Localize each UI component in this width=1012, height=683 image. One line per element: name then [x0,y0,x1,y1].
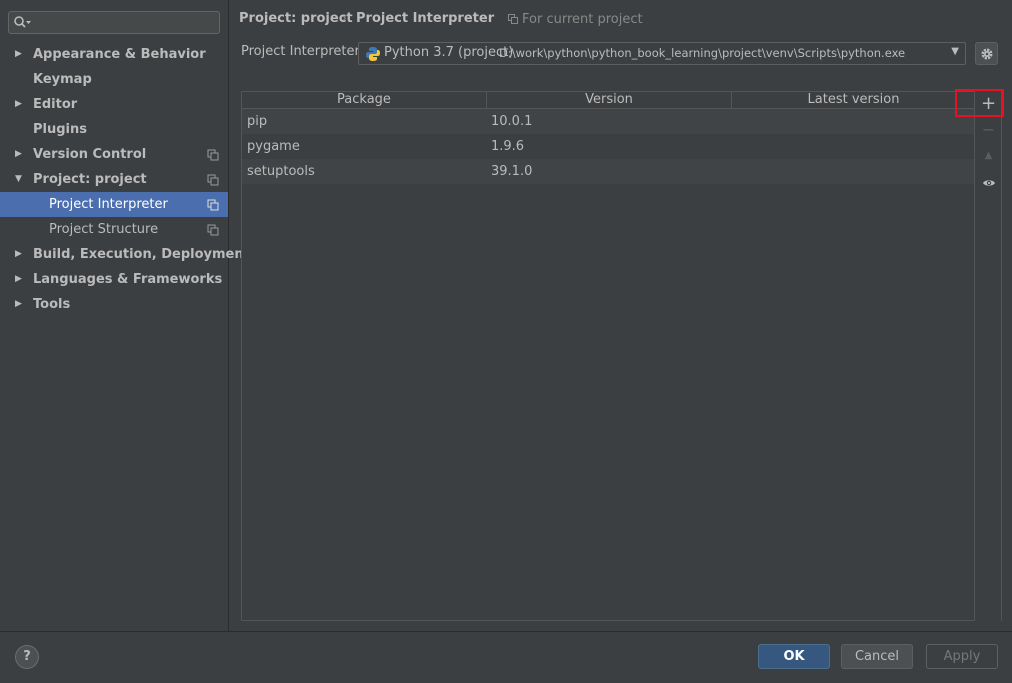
project-scope-icon [207,149,219,161]
sidebar-item-label: Plugins [33,122,87,137]
project-scope-icon [207,199,219,211]
package-toolbar: + − ▲ [974,91,1001,621]
dialog-footer: ? OK Cancel Apply [0,631,1012,683]
sidebar-item-project-structure[interactable]: Project Structure [0,217,228,242]
sidebar-item-label: Tools [33,297,71,312]
column-header-package[interactable]: Package [242,92,487,109]
sidebar-item-build-execution-deployment[interactable]: ▶ Build, Execution, Deployment [0,242,250,267]
package-version: 39.1.0 [491,164,533,179]
package-version: 1.9.6 [491,139,525,154]
help-button[interactable]: ? [15,645,39,669]
search-icon [14,16,31,28]
upgrade-package-button[interactable]: ▲ [976,144,1001,168]
interpreter-select[interactable]: Python 3.7 (project) D:\work\python\pyth… [358,42,966,65]
table-header: Package Version Latest version [242,92,975,109]
settings-search-input[interactable] [8,11,220,34]
sidebar-item-editor[interactable]: ▶ Editor [0,92,228,117]
eye-icon [982,180,995,186]
remove-package-button[interactable]: − [976,118,1001,142]
sidebar-item-label: Project Interpreter [49,197,168,212]
table-body: pip 10.0.1 pygame 1.9.6 setuptools 39.1.… [242,109,975,184]
breadcrumb-parent: Project: project [239,11,353,26]
sidebar-item-label: Build, Execution, Deployment [33,247,250,262]
sidebar-item-appearance-behavior[interactable]: ▶ Appearance & Behavior [0,42,228,67]
chevron-down-icon[interactable]: ▼ [951,46,959,57]
interpreter-path: D:\work\python\python_book_learning\proj… [499,46,906,60]
expand-arrow-icon[interactable]: ▶ [15,92,22,117]
apply-button[interactable]: Apply [926,644,998,669]
scope-note: For current project [522,12,643,27]
table-row[interactable]: pip 10.0.1 [242,109,975,134]
interpreter-settings-button[interactable] [975,42,998,65]
sidebar-item-project-interpreter[interactable]: Project Interpreter [0,192,228,217]
collapse-arrow-icon[interactable]: ▼ [15,167,22,192]
settings-sidebar: ▶ Appearance & Behavior Keymap ▶ Editor … [0,0,250,631]
project-scope-icon [207,224,219,236]
sidebar-item-project[interactable]: ▼ Project: project [0,167,228,192]
expand-arrow-icon[interactable]: ▶ [15,42,22,67]
sidebar-item-label: Version Control [33,147,147,162]
package-name: pip [247,114,268,129]
page-title: Project Interpreter [356,11,495,26]
expand-arrow-icon[interactable]: ▶ [15,292,22,317]
cancel-button[interactable]: Cancel [841,644,913,669]
column-header-version[interactable]: Version [487,92,732,109]
expand-arrow-icon[interactable]: ▶ [15,142,22,167]
interpreter-name: Python 3.7 (project) [384,45,514,60]
interpreter-label: Project Interpreter: [241,44,365,59]
expand-arrow-icon[interactable]: ▶ [15,267,22,292]
project-scope-icon [207,174,219,186]
sidebar-item-label: Languages & Frameworks [33,272,223,287]
sidebar-item-tools[interactable]: ▶ Tools [0,292,228,317]
column-header-latest-version[interactable]: Latest version [732,92,975,109]
ok-button[interactable]: OK [758,644,830,669]
sidebar-item-languages-frameworks[interactable]: ▶ Languages & Frameworks [0,267,228,292]
sidebar-item-label: Keymap [33,72,92,87]
package-version: 10.0.1 [491,114,533,129]
package-name: pygame [247,139,300,154]
add-button-highlight [955,89,1004,117]
breadcrumb-separator: › [342,11,347,25]
expand-arrow-icon[interactable]: ▶ [15,242,22,267]
table-row[interactable]: pygame 1.9.6 [242,134,975,159]
sidebar-item-version-control[interactable]: ▶ Version Control [0,142,228,167]
table-row[interactable]: setuptools 39.1.0 [242,159,975,184]
package-name: setuptools [247,164,315,179]
sidebar-item-label: Project: project [33,172,147,187]
project-scope-icon [508,14,518,24]
show-early-releases-button[interactable] [976,171,1001,195]
gear-icon [981,48,993,60]
sidebar-item-label: Appearance & Behavior [33,47,206,62]
sidebar-item-keymap[interactable]: Keymap [0,67,228,92]
python-icon [366,47,380,61]
sidebar-item-label: Editor [33,97,78,112]
package-table: Package Version Latest version pip 10.0.… [241,91,1002,621]
sidebar-item-plugins[interactable]: Plugins [0,117,228,142]
sidebar-item-label: Project Structure [49,222,159,237]
